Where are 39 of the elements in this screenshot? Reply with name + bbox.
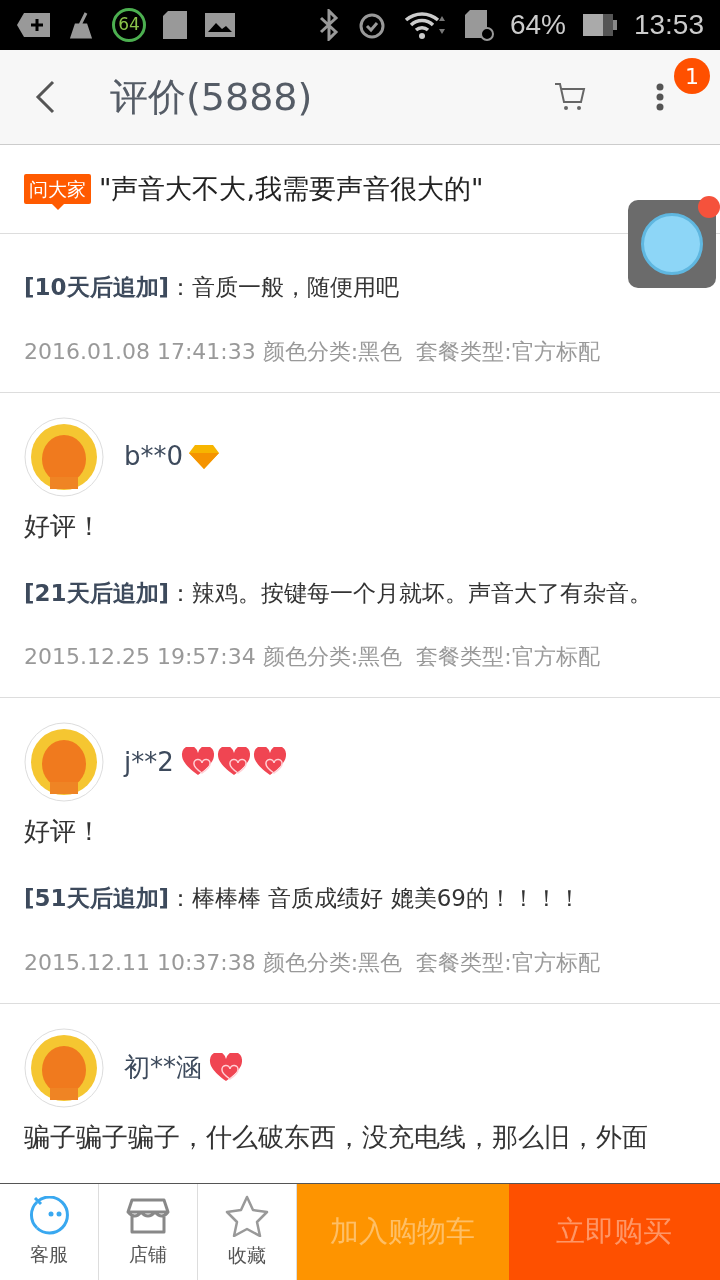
chat-bubble-icon [27,1195,71,1236]
hearts-icon [251,747,288,777]
question-text[interactable]: "声音大不大,我需要声音很大的" [99,168,484,210]
hearts-icon [179,747,216,777]
review-meta: 2015.12.25 19:57:34 颜色分类:黑色 套餐类型:官方标配 [24,643,601,671]
review-text: 骗子骗子骗子，什么破东西，没充电线，那么旧，外面 [24,1120,649,1154]
review-meta: 2015.12.11 10:37:38 颜色分类:黑色 套餐类型:官方标配 [24,948,601,977]
user-name: j**2 [124,745,174,779]
diamond-icon [189,443,220,470]
sd-card-icon [162,10,188,40]
wifi-icon [403,10,448,40]
notification-badge: 64 [112,8,146,42]
battery-icon [581,13,618,37]
appended-review: [21天后追加]：辣鸡。按键每一个月就坏。声音大了有杂音。 [24,578,654,608]
bottom-tab[interactable]: 店铺 [99,1184,198,1280]
review-meta: 2016.01.08 17:41:33 颜色分类:黑色 套餐类型:官方标配 [24,337,601,366]
battery-percent: 64% [509,8,566,42]
review-text: 好评！ [24,815,103,848]
bottom-tab[interactable]: 客服 [0,1184,99,1280]
sd-card-error-icon [463,9,494,41]
star-icon [225,1194,269,1237]
add-icon [16,11,52,39]
cart-icon [554,81,586,113]
image-icon [204,12,236,38]
bluetooth-icon [317,9,340,41]
hearts-icon [215,747,252,777]
page-title: 评价(5888) [110,73,314,121]
appended-review: [10天后追加]：音质一般，随便用吧 [24,273,401,302]
user-name: 初**涵 [124,1051,202,1084]
tag-pointer [52,204,64,211]
appended-review: [51天后追加]：棒棒棒 音质成绩好 媲美69的！！！！ [24,884,582,913]
hearts-icon [208,1052,244,1083]
clock-time: 13:53 [633,8,704,42]
user-name: b**0 [124,440,184,473]
floating-assistant-button[interactable] [628,200,716,288]
notification-count: 1 [674,58,710,94]
more-icon [656,83,664,111]
back-icon [35,80,55,114]
review-text: 好评！ [24,509,103,543]
